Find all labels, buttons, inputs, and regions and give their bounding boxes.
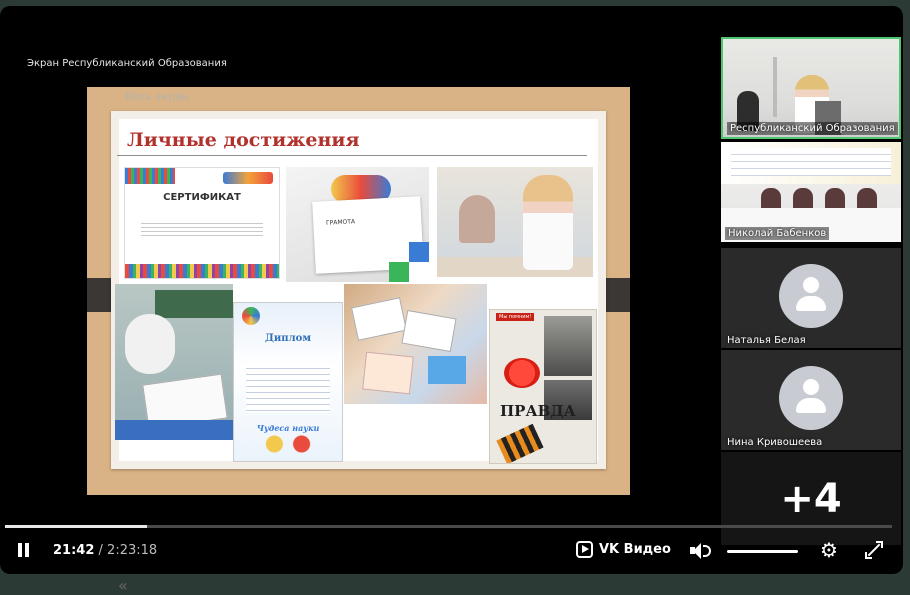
time-display: 21:42 / 2:23:18 xyxy=(53,543,157,558)
slide-title: Личные достижения xyxy=(127,129,360,151)
diploma-image: Диплом Чудеса науки xyxy=(233,302,343,462)
more-participants-tile[interactable]: +4 xyxy=(721,452,901,545)
title-divider xyxy=(117,155,587,156)
more-participants-count: +4 xyxy=(780,476,842,522)
pause-icon[interactable] xyxy=(15,542,31,558)
fullscreen-ghost-text: Весь экран xyxy=(125,90,189,103)
progress-fill xyxy=(5,525,147,528)
player-controls: 21:42 / 2:23:18 VK Видео ⚙ xyxy=(0,536,903,574)
certificate-heading: СЕРТИФИКАТ xyxy=(163,192,241,203)
participant-tile-active[interactable]: Республиканский Образования xyxy=(721,37,901,139)
photo-classroom xyxy=(115,284,233,440)
volume-icon[interactable] xyxy=(690,542,712,560)
time-separator: / xyxy=(94,543,108,558)
screen-share-label: Экран Республиканский Образования xyxy=(27,58,227,69)
participant-tile[interactable]: Николай Бабенков xyxy=(721,142,901,242)
presentation-slide: Весь экран Личные достижения СЕРТИФИКАТ … xyxy=(87,87,630,495)
volume-slider[interactable] xyxy=(727,550,798,553)
certificate-image: СЕРТИФИКАТ xyxy=(124,167,280,279)
participant-name: Наталья Белая xyxy=(727,335,806,346)
participant-tile[interactable]: Нина Кривошеева xyxy=(721,350,901,450)
participants-panel: Республиканский Образования Николай Бабе… xyxy=(721,37,903,545)
double-chevron-left-icon[interactable]: « xyxy=(118,576,128,595)
duration: 2:23:18 xyxy=(107,543,158,558)
vk-video-icon xyxy=(576,541,593,558)
gear-icon[interactable]: ⚙ xyxy=(820,540,838,560)
participant-name: Республиканский Образования xyxy=(727,122,898,135)
brand-label: VK Видео xyxy=(599,542,671,557)
video-player[interactable]: Экран Республиканский Образования Весь э… xyxy=(0,6,903,574)
fullscreen-icon[interactable] xyxy=(865,541,883,559)
diploma-heading: Диплом xyxy=(264,333,312,344)
photo-certificates-collage xyxy=(344,284,487,404)
participant-name: Николай Бабенков xyxy=(725,227,830,240)
victory-day-collage: Мы помним! ПРАВДА xyxy=(489,309,597,464)
photo-boy-with-teacher xyxy=(437,167,593,277)
participant-tile[interactable]: Наталья Белая xyxy=(721,248,901,348)
diploma-subtitle: Чудеса науки xyxy=(256,423,320,433)
gramota-image: ГРАМОТА xyxy=(286,167,429,282)
avatar-placeholder-icon xyxy=(779,264,843,328)
vk-video-button[interactable]: VK Видео xyxy=(576,541,671,558)
progress-bar[interactable] xyxy=(5,525,892,528)
current-time: 21:42 xyxy=(53,543,95,558)
participant-name: Нина Кривошеева xyxy=(727,437,823,448)
newspaper-title: ПРАВДА xyxy=(500,402,576,420)
avatar-placeholder-icon xyxy=(779,366,843,430)
newspaper-tag: Мы помним! xyxy=(496,313,535,321)
